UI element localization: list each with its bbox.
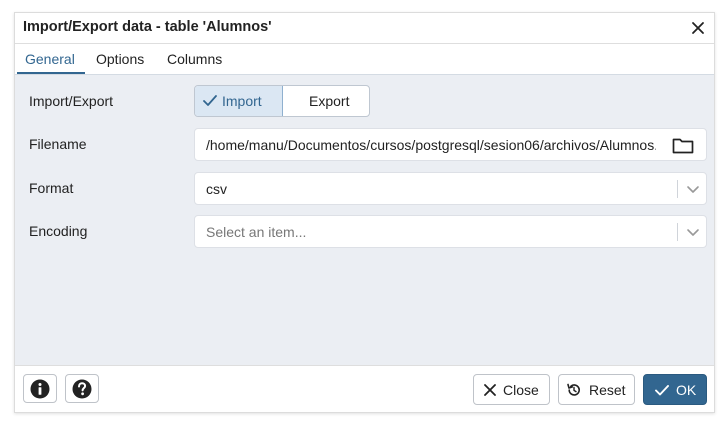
ok-button[interactable]: OK	[643, 374, 707, 405]
format-select[interactable]: csv	[194, 172, 707, 205]
tab-options[interactable]: Options	[96, 51, 144, 67]
reset-icon	[567, 383, 580, 396]
dialog-footer: Close Reset OK	[15, 365, 714, 412]
import-option-label: Import	[222, 93, 262, 109]
select-separator	[677, 223, 678, 241]
filename-label: Filename	[29, 136, 87, 152]
export-option-button[interactable]: Export	[283, 86, 369, 116]
reset-button-label: Reset	[589, 382, 626, 398]
info-button[interactable]	[23, 374, 57, 403]
dialog-titlebar[interactable]: Import/Export data - table 'Alumnos'	[15, 13, 714, 44]
folder-icon[interactable]	[672, 137, 694, 154]
format-label: Format	[29, 180, 74, 196]
check-icon	[203, 95, 217, 106]
filename-input[interactable]: /home/manu/Documentos/cursos/postgresql/…	[194, 128, 707, 161]
close-icon[interactable]	[690, 20, 706, 36]
filename-value: /home/manu/Documentos/cursos/postgresql/…	[206, 137, 656, 153]
encoding-select[interactable]: Select an item...	[194, 215, 707, 248]
import-export-dialog: Import/Export data - table 'Alumnos' Gen…	[14, 12, 715, 413]
help-icon	[72, 379, 92, 399]
export-option-label: Export	[309, 93, 350, 109]
import-export-toggle: Import Export	[194, 85, 370, 117]
select-separator	[677, 180, 678, 198]
close-icon	[484, 384, 496, 396]
import-option-button[interactable]: Import	[195, 86, 283, 116]
close-button[interactable]: Close	[473, 374, 550, 405]
active-tab-indicator	[17, 72, 85, 74]
format-value: csv	[206, 181, 227, 197]
dialog-title: Import/Export data - table 'Alumnos'	[23, 19, 272, 35]
import-export-label: Import/Export	[29, 93, 114, 109]
encoding-placeholder: Select an item...	[206, 224, 307, 240]
check-icon	[655, 385, 669, 396]
tab-general[interactable]: General	[25, 51, 75, 67]
chevron-down-icon[interactable]	[686, 225, 700, 239]
tab-bar: General Options Columns	[15, 44, 714, 75]
form-body: Import/Export Import Export Filename /ho…	[15, 75, 714, 365]
help-button[interactable]	[65, 374, 99, 403]
encoding-label: Encoding	[29, 223, 88, 239]
reset-button[interactable]: Reset	[558, 374, 635, 405]
close-button-label: Close	[503, 382, 539, 398]
info-icon	[30, 379, 50, 399]
tab-columns[interactable]: Columns	[167, 51, 222, 67]
chevron-down-icon[interactable]	[686, 182, 700, 196]
ok-button-label: OK	[676, 382, 697, 398]
